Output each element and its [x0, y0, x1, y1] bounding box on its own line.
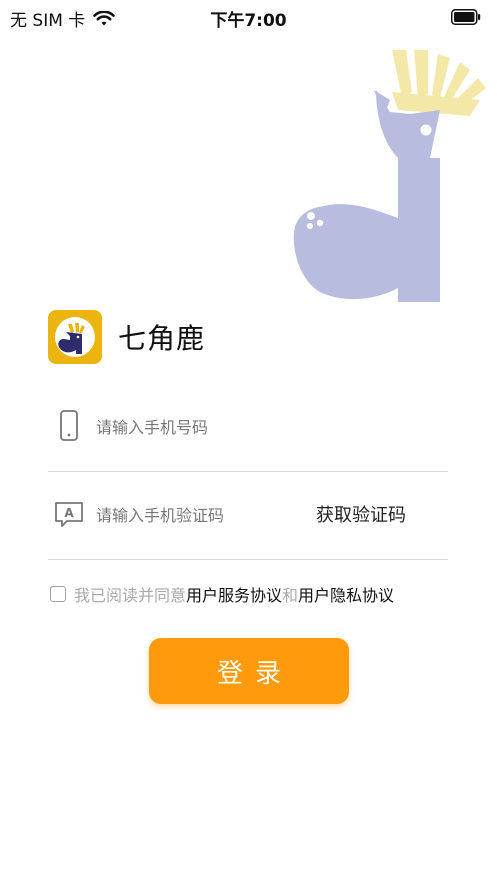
deer-illustration — [293, 50, 486, 302]
agreement-prefix: 我已阅读并同意 — [74, 586, 187, 605]
battery-icon — [451, 9, 481, 25]
phone-field-row — [48, 383, 448, 472]
brand: 七角鹿 — [48, 310, 205, 364]
phone-input[interactable] — [96, 413, 296, 441]
deer-logo-icon — [55, 317, 95, 357]
message-icon: A — [55, 502, 83, 527]
status-time: 下午7:00 — [210, 11, 287, 31]
code-field-row: A 获取验证码 — [48, 471, 448, 560]
app-logo — [48, 310, 102, 364]
service-agreement-link[interactable]: 用户服务协议 — [186, 582, 282, 606]
agreement-row: 我已阅读并同意 用户服务协议 和 用户隐私协议 — [50, 582, 394, 606]
status-bar: 无 SIM 卡 下午7:00 — [0, 0, 497, 34]
phone-icon — [60, 410, 78, 441]
privacy-agreement-link[interactable]: 用户隐私协议 — [298, 582, 394, 606]
get-code-button[interactable]: 获取验证码 — [316, 501, 406, 527]
code-input[interactable] — [96, 501, 296, 529]
app-name: 七角鹿 — [118, 322, 206, 355]
agreement-conjunction: 和 — [282, 586, 299, 605]
agreement-checkbox[interactable] — [50, 586, 66, 602]
svg-text:A: A — [64, 506, 74, 520]
login-button[interactable]: 登录 — [149, 638, 349, 704]
